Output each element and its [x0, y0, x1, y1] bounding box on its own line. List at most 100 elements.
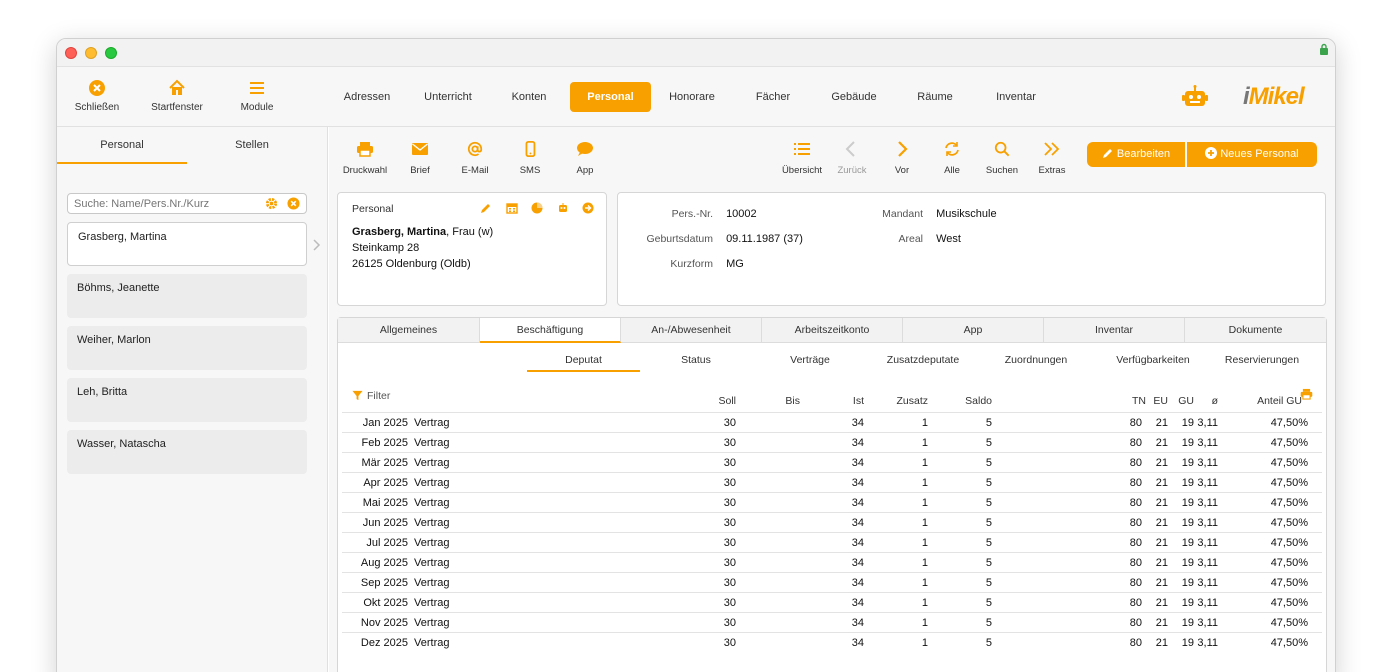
- cell-eu: 21: [1155, 477, 1168, 489]
- cell-zusatz: 1: [921, 497, 928, 509]
- menu-icon: [250, 82, 264, 94]
- person-address: Grasberg, Martina, Frau (w) Steinkamp 28…: [352, 224, 493, 272]
- table-row[interactable]: Jul 2025 Vertrag 30 34 1 5 80 21 19 3,11 47,50%: [342, 532, 1322, 552]
- person-list-item[interactable]: Grasberg, Martina: [67, 222, 307, 266]
- pie-chart-icon[interactable]: [531, 201, 543, 219]
- nav-tab-konten[interactable]: Konten: [501, 82, 557, 112]
- window-minimize-button[interactable]: [85, 47, 97, 59]
- subtab-zuordnungen[interactable]: Zuordnungen: [986, 354, 1086, 372]
- robot-icon[interactable]: [557, 201, 569, 219]
- subtab-vertraege[interactable]: Verträge: [762, 354, 858, 372]
- person-salutation: , Frau (w): [446, 226, 494, 238]
- start-window-button[interactable]: Startfenster: [142, 79, 212, 113]
- table-row[interactable]: Feb 2025 Vertrag 30 34 1 5 80 21 19 3,11 47,50%: [342, 432, 1322, 452]
- new-personal-button[interactable]: Neues Personal: [1187, 142, 1317, 167]
- table-row[interactable]: Sep 2025 Vertrag 30 34 1 5 80 21 19 3,11 47,50%: [342, 572, 1322, 592]
- nav-tab-honorare[interactable]: Honorare: [661, 82, 723, 112]
- email-button[interactable]: E-Mail: [447, 141, 503, 176]
- letter-button[interactable]: Brief: [392, 141, 448, 176]
- cell-saldo: 5: [985, 617, 992, 629]
- chevron-right-icon[interactable]: [313, 239, 321, 251]
- tab-allgemeines[interactable]: Allgemeines: [338, 318, 480, 343]
- cell-zusatz: 1: [921, 577, 928, 589]
- table-row[interactable]: Dez 2025 Vertrag 30 34 1 5 80 21 19 3,11 47,50%: [342, 632, 1322, 652]
- tab-app[interactable]: App: [903, 318, 1044, 343]
- cell-tn: 80: [1129, 577, 1142, 589]
- all-label: Alle: [944, 165, 960, 176]
- table-row[interactable]: Jan 2025 Vertrag 30 34 1 5 80 21 19 3,11 47,50%: [342, 412, 1322, 432]
- cell-tn: 80: [1129, 557, 1142, 569]
- cell-ist: 34: [851, 477, 864, 489]
- sidebar-tab-stellen[interactable]: Stellen: [187, 127, 317, 164]
- table-row[interactable]: Jun 2025 Vertrag 30 34 1 5 80 21 19 3,11 47,50%: [342, 512, 1322, 532]
- sms-button[interactable]: SMS: [502, 141, 558, 176]
- table-row[interactable]: Mär 2025 Vertrag 30 34 1 5 80 21 19 3,11 47,50%: [342, 452, 1322, 472]
- table-row[interactable]: Mai 2025 Vertrag 30 34 1 5 80 21 19 3,11 47,50%: [342, 492, 1322, 512]
- search-button[interactable]: Suchen: [974, 141, 1030, 176]
- overview-button[interactable]: Übersicht: [774, 141, 830, 176]
- edit-button[interactable]: Bearbeiten: [1087, 142, 1185, 167]
- table-row[interactable]: Nov 2025 Vertrag 30 34 1 5 80 21 19 3,11 47,50%: [342, 612, 1322, 632]
- subtab-deputat[interactable]: Deputat: [527, 354, 640, 372]
- print-select-button[interactable]: Druckwahl: [337, 141, 393, 176]
- gear-icon[interactable]: [265, 197, 278, 210]
- sidebar-tab-personal[interactable]: Personal: [57, 127, 187, 164]
- cell-avg: 3,11: [1197, 577, 1218, 589]
- subtab-status[interactable]: Status: [650, 354, 742, 372]
- table-row[interactable]: Aug 2025 Vertrag 30 34 1 5 80 21 19 3,11 47,50%: [342, 552, 1322, 572]
- print-table-icon[interactable]: [1300, 388, 1313, 400]
- person-list-item[interactable]: Wasser, Natascha: [67, 430, 307, 474]
- app-toolbar: Schließen Startfenster Module Adressen U…: [57, 67, 1335, 127]
- modules-button[interactable]: Module: [222, 79, 292, 113]
- forward-button[interactable]: Vor: [874, 141, 930, 176]
- cell-ist: 34: [851, 537, 864, 549]
- window-zoom-button[interactable]: [105, 47, 117, 59]
- assistant-robot-icon[interactable]: [1181, 85, 1209, 109]
- cell-tn: 80: [1129, 617, 1142, 629]
- person-list-item[interactable]: Böhms, Jeanette: [67, 274, 307, 318]
- person-card-header: Personal: [352, 203, 394, 215]
- nav-tab-gebaeude[interactable]: Gebäude: [823, 82, 885, 112]
- lock-icon: [1320, 43, 1328, 55]
- nav-tab-unterricht[interactable]: Unterricht: [415, 82, 481, 112]
- table-row[interactable]: Okt 2025 Vertrag 30 34 1 5 80 21 19 3,11 47,50%: [342, 592, 1322, 612]
- back-button[interactable]: Zurück: [824, 141, 880, 176]
- tab-dokumente[interactable]: Dokumente: [1185, 318, 1326, 343]
- subtab-verfuegbarkeiten[interactable]: Verfügbarkeiten: [1100, 354, 1206, 372]
- close-module-button[interactable]: Schließen: [62, 79, 132, 113]
- tab-beschaeftigung[interactable]: Beschäftigung: [480, 318, 621, 343]
- tab-inventar[interactable]: Inventar: [1044, 318, 1185, 343]
- cell-type: Vertrag: [414, 577, 450, 589]
- search-input[interactable]: [68, 194, 248, 214]
- tab-abwesenheit[interactable]: An-/Abwesenheit: [621, 318, 762, 343]
- cell-anteil: 47,50%: [1270, 477, 1308, 489]
- pencil-icon[interactable]: [480, 201, 492, 219]
- all-button[interactable]: Alle: [924, 141, 980, 176]
- home-icon: [169, 79, 185, 95]
- calendar-icon[interactable]: [505, 201, 518, 219]
- table-row[interactable]: Apr 2025 Vertrag 30 34 1 5 80 21 19 3,11 47,50%: [342, 472, 1322, 492]
- arrow-right-circle-icon[interactable]: [582, 201, 594, 219]
- tab-arbeitszeitkonto[interactable]: Arbeitszeitkonto: [762, 318, 903, 343]
- nav-tab-faecher[interactable]: Fächer: [745, 82, 801, 112]
- subtab-reservierungen[interactable]: Reservierungen: [1214, 354, 1310, 372]
- cell-type: Vertrag: [414, 537, 450, 549]
- person-list-item[interactable]: Weiher, Marlon: [67, 326, 307, 370]
- person-list-item[interactable]: Leh, Britta: [67, 378, 307, 422]
- nav-tab-inventar[interactable]: Inventar: [985, 82, 1047, 112]
- subtab-zusatzdeputate[interactable]: Zusatzdeputate: [868, 354, 978, 372]
- person-card: Personal Grasberg, Martina, Frau (w) Ste…: [337, 192, 607, 306]
- app-message-button[interactable]: App: [557, 141, 613, 176]
- cell-avg: 3,11: [1197, 517, 1218, 529]
- extras-button[interactable]: Extras: [1024, 141, 1080, 176]
- nav-tab-personal[interactable]: Personal: [570, 82, 651, 112]
- nav-tab-adressen[interactable]: Adressen: [337, 82, 397, 112]
- filter-button[interactable]: Filter: [352, 390, 390, 402]
- nav-tab-raeume[interactable]: Räume: [909, 82, 961, 112]
- modules-label: Module: [240, 102, 274, 113]
- cell-avg: 3,11: [1197, 497, 1218, 509]
- cell-avg: 3,11: [1197, 477, 1218, 489]
- forward-label: Vor: [894, 165, 910, 176]
- clear-search-icon[interactable]: [287, 197, 300, 210]
- window-close-button[interactable]: [65, 47, 77, 59]
